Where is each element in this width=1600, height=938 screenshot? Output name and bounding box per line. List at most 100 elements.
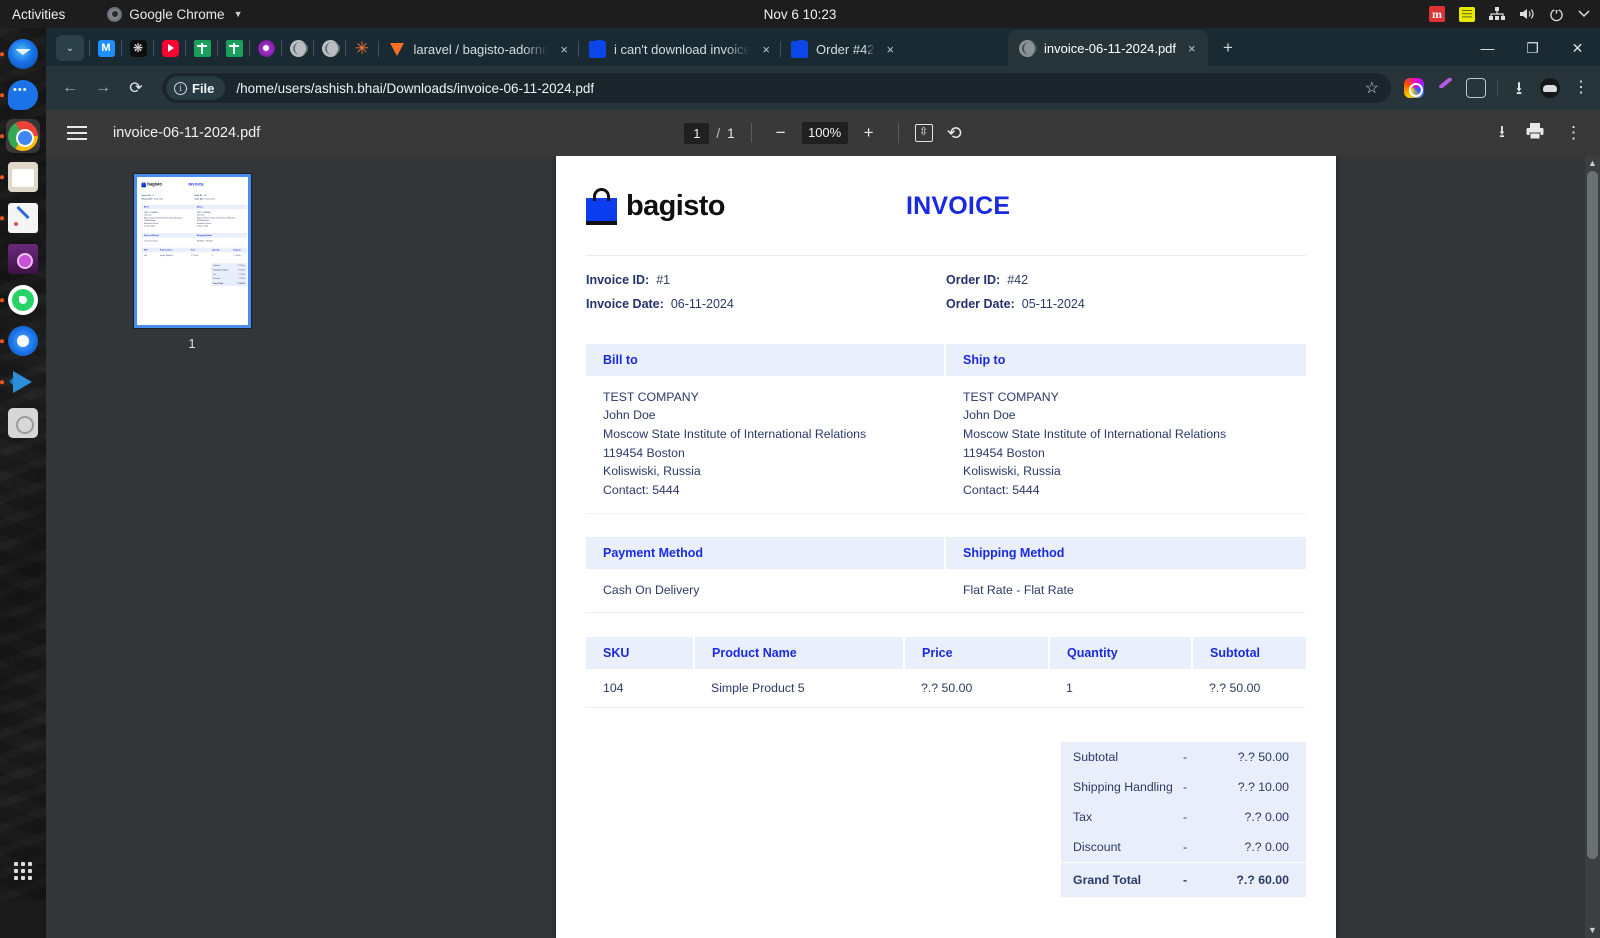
column-header-sku: SKU <box>586 637 695 670</box>
totals-dash: - <box>1183 840 1188 855</box>
ship-to-heading: Ship to <box>963 352 1006 367</box>
totals-value: ?.? 0.00 <box>1244 810 1289 825</box>
bill-to-line: John Doe <box>603 408 656 423</box>
puzzle-extensions-icon[interactable] <box>1466 78 1486 98</box>
table-row: 104 Simple Product 5 ?.? 50.00 1 ?.? 50.… <box>586 669 1306 709</box>
pinned-tab-grafana[interactable] <box>89 32 122 64</box>
order-date-row: Order Date: 05-11-2024 <box>946 296 1306 312</box>
volume-icon[interactable] <box>1519 7 1535 21</box>
pdf-file-name: invoice-06-11-2024.pdf <box>113 125 261 141</box>
rotate-icon[interactable]: ⟲ <box>947 123 962 144</box>
chat-icon <box>8 80 38 110</box>
thumbnail-item[interactable]: bagisto INVOICE Invoice ID:#1 Invoice Da… <box>133 174 251 351</box>
vertical-scrollbar[interactable]: ▲ ▼ <box>1585 156 1600 938</box>
shipping-method-value: Flat Rate - Flat Rate <box>963 582 1074 597</box>
invoice-id-value: #1 <box>656 273 671 287</box>
page-number-input[interactable]: 1 <box>684 122 710 144</box>
pinned-tab-sheets-2[interactable] <box>217 32 250 64</box>
active-app-menu[interactable]: Google Chrome ▼ <box>107 6 243 22</box>
ship-to-line: 119454 Boston <box>963 445 1045 460</box>
invoice-date-label: Invoice Date: <box>586 297 664 312</box>
pinned-tab-spark[interactable] <box>345 32 378 64</box>
ship-to-line: Moscow State Institute of International … <box>963 426 1227 441</box>
dock-item-text-editor[interactable] <box>0 201 40 235</box>
bagisto-icon <box>589 39 606 58</box>
fit-to-page-icon[interactable] <box>914 124 933 142</box>
list-icon[interactable] <box>1459 6 1475 22</box>
dock-item-video-player[interactable] <box>6 242 40 276</box>
pinned-tab-globe-2[interactable] <box>313 32 346 64</box>
forward-button[interactable]: → <box>88 73 118 103</box>
url-text: /home/users/ashish.bhai/Downloads/invoic… <box>236 80 595 96</box>
spark-icon <box>354 40 371 57</box>
dock-item-thunderbird[interactable] <box>0 37 40 71</box>
print-icon[interactable] <box>1525 122 1545 145</box>
dock-item-vscode[interactable] <box>0 365 40 399</box>
order-date-label: Order Date: <box>946 297 1015 312</box>
zoom-out-button[interactable]: − <box>768 120 794 146</box>
zoom-in-button[interactable]: + <box>856 120 882 146</box>
scroll-down-arrow-icon[interactable]: ▼ <box>1585 923 1600 938</box>
tab-laravel-bagisto[interactable]: laravel / bagisto-adornm × <box>378 32 578 66</box>
feather-extension-icon[interactable] <box>1435 78 1455 98</box>
sidebar-toggle-button[interactable] <box>67 126 87 140</box>
pinned-tab-sheets-1[interactable] <box>185 32 218 64</box>
scrollbar-thumb[interactable] <box>1587 171 1598 859</box>
downloads-icon[interactable] <box>1509 78 1529 98</box>
dock-item-files[interactable] <box>0 160 40 194</box>
bookmark-star-icon[interactable]: ☆ <box>1365 78 1385 98</box>
power-icon[interactable] <box>1549 6 1564 22</box>
scroll-up-arrow-icon[interactable]: ▲ <box>1585 156 1600 171</box>
invoice-meta-right: Order ID: #42 Order Date: 05-11-2024 <box>946 272 1306 321</box>
pdf-viewer-body: bagisto INVOICE Invoice ID: #1 Invoice Da… <box>46 156 1600 938</box>
pinned-tab-globe-1[interactable] <box>281 32 314 64</box>
tab-cant-download-invoice[interactable]: i can't download invoice × <box>578 32 780 66</box>
chevron-down-icon: ▼ <box>233 9 243 19</box>
page-thumbnail[interactable]: bagisto INVOICE Invoice ID:#1 Invoice Da… <box>133 174 251 328</box>
reload-button[interactable]: ⟳ <box>121 73 151 103</box>
pdf-page: bagisto INVOICE Invoice ID: #1 Invoice Da… <box>556 156 1336 938</box>
dock-item-whatsapp[interactable] <box>0 283 40 317</box>
more-actions-icon[interactable]: ⋮ <box>1565 123 1582 143</box>
activities-button[interactable]: Activities <box>12 7 65 22</box>
close-icon[interactable]: × <box>556 43 572 56</box>
close-icon[interactable]: × <box>883 43 899 56</box>
chrome-menu-icon[interactable]: ⋮ <box>1571 78 1591 98</box>
maximize-button[interactable]: ❐ <box>1510 33 1555 63</box>
totals-dash: - <box>1183 810 1188 825</box>
back-button[interactable]: ← <box>55 73 85 103</box>
close-icon[interactable]: × <box>758 43 774 56</box>
pinned-tab-openai[interactable] <box>121 32 154 64</box>
address-bar[interactable]: i File /home/users/ashish.bhai/Downloads… <box>162 73 1391 103</box>
profile-avatar[interactable] <box>1540 78 1560 98</box>
pinned-tab-purple-app[interactable] <box>249 32 282 64</box>
gitlab-icon <box>389 41 405 58</box>
minimize-button[interactable]: — <box>1465 33 1510 63</box>
close-icon[interactable]: × <box>1184 42 1200 55</box>
column-header-quantity: Quantity <box>1049 637 1193 670</box>
sheets-icon <box>225 39 243 57</box>
tab-order-42[interactable]: Order #42 × <box>780 32 1008 66</box>
vscode-icon <box>8 367 38 397</box>
dock-item-chrome[interactable] <box>0 119 40 153</box>
pinned-tab-youtube[interactable] <box>153 32 186 64</box>
zoom-level-input[interactable]: 100% <box>801 122 848 144</box>
totals-row-shipping-handling: Shipping Handling - ?.? 10.00 <box>1061 772 1306 802</box>
scheme-chip[interactable]: i File <box>166 76 226 100</box>
dock-item-chat[interactable] <box>0 78 40 112</box>
red-badge-icon[interactable]: m <box>1429 6 1445 22</box>
tab-invoice-pdf[interactable]: invoice-06-11-2024.pdf × <box>1008 30 1208 66</box>
cell-product-name: Simple Product 5 <box>694 669 904 709</box>
download-icon[interactable]: ⭳ <box>1499 119 1505 148</box>
new-tab-button[interactable]: + <box>1214 34 1242 62</box>
dock-item-disks[interactable] <box>6 406 40 440</box>
network-icon[interactable] <box>1489 7 1505 21</box>
show-applications-button[interactable] <box>14 862 32 880</box>
instagram-extension-icon[interactable] <box>1404 78 1424 98</box>
tab-search-button[interactable]: ⌄ <box>56 35 84 61</box>
sheets-icon <box>193 39 211 57</box>
dock-item-chromium[interactable] <box>0 324 40 358</box>
tray-chevron-down-icon[interactable] <box>1578 10 1590 18</box>
close-window-button[interactable]: ✕ <box>1555 33 1600 63</box>
totals-row-subtotal: Subtotal - ?.? 50.00 <box>1061 742 1306 772</box>
